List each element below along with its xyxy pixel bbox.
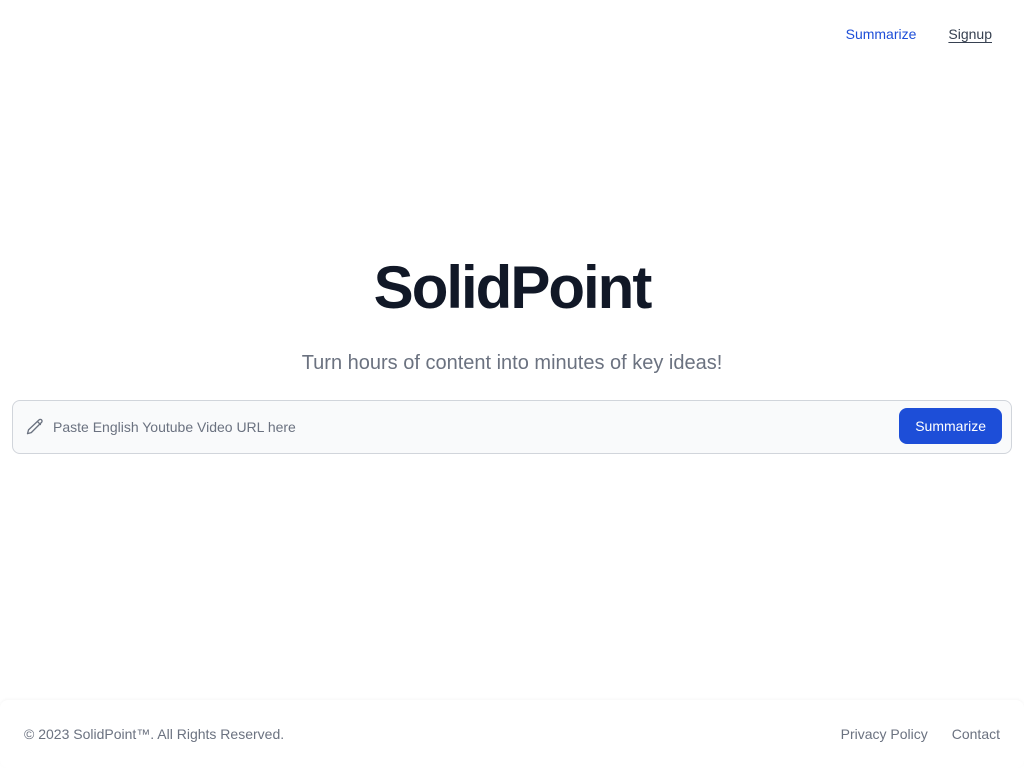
summarize-form: Summarize: [12, 400, 1012, 454]
summarize-button[interactable]: Summarize: [899, 408, 1002, 444]
top-nav: Summarize Signup: [846, 26, 992, 42]
footer: © 2023 SolidPoint™. All Rights Reserved.…: [0, 700, 1024, 768]
contact-link[interactable]: Contact: [952, 726, 1000, 742]
nav-summarize-link[interactable]: Summarize: [846, 26, 917, 42]
video-url-input[interactable]: [53, 409, 893, 445]
privacy-policy-link[interactable]: Privacy Policy: [841, 726, 928, 742]
hero-title: SolidPoint: [373, 254, 653, 321]
footer-links: Privacy Policy Contact: [841, 726, 1000, 742]
nav-signup-link[interactable]: Signup: [948, 26, 992, 42]
hero-subtitle: Turn hours of content into minutes of ke…: [301, 352, 723, 374]
footer-copyright: © 2023 SolidPoint™. All Rights Reserved.: [24, 726, 285, 742]
page: Summarize Signup SolidPoint Turn hours o…: [0, 0, 1024, 768]
pencil-icon: [25, 417, 45, 437]
